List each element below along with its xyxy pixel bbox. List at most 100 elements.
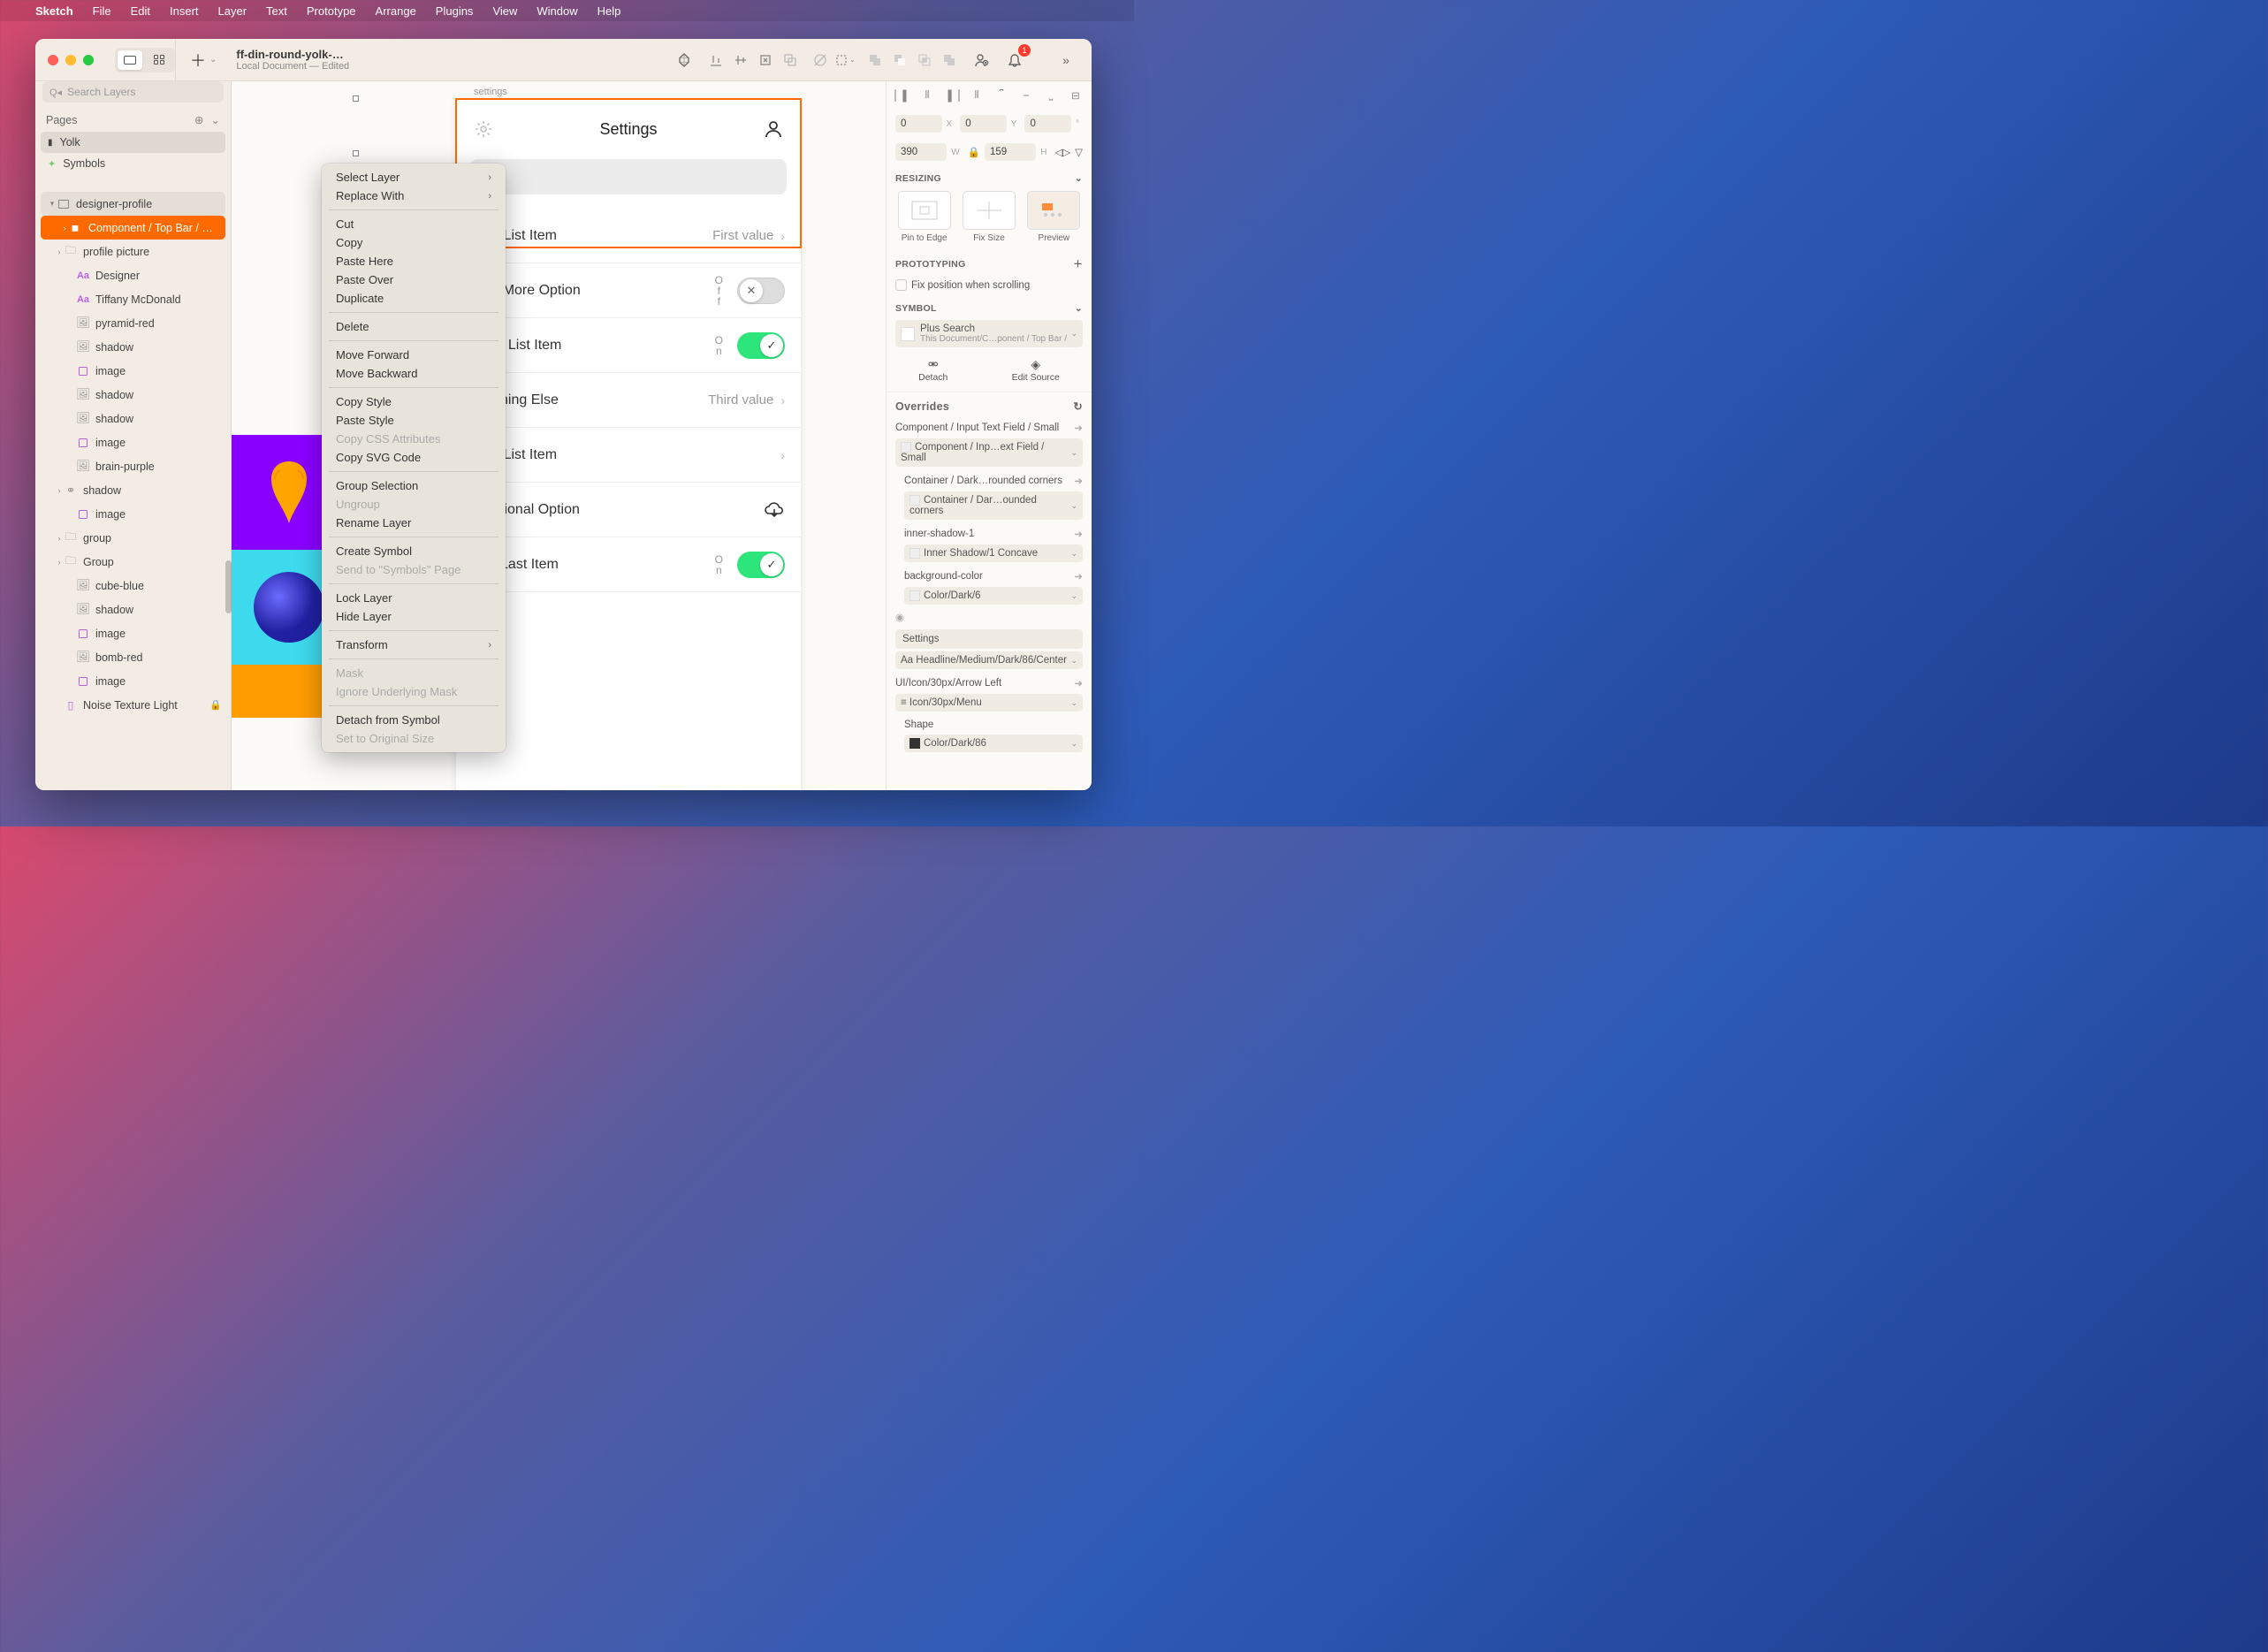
align-bottom-icon[interactable] [704,47,727,73]
pin-to-edge[interactable]: Pin to Edge [895,191,953,243]
difference-icon[interactable] [938,47,961,73]
context-menu-item[interactable]: Create Symbol [322,542,506,560]
insert-button[interactable]: ＋ ⌄ [190,49,217,72]
menubar-item[interactable]: View [492,4,517,18]
layer-row[interactable]: 🖼shadow [35,598,231,621]
icon-dropdown[interactable]: ≡ Icon/30px/Menu⌄ [895,694,1083,712]
page-item-symbols[interactable]: ✦Symbols [35,153,231,174]
context-menu-item[interactable]: Replace With› [322,187,506,205]
layer-row[interactable]: ›◆Component / Top Bar / St… [41,216,225,240]
list-item[interactable]: One More OptionOff✕ [456,263,801,318]
add-page-icon[interactable]: ⊕ [194,113,203,126]
headline-style-dropdown[interactable]: Aa Headline/Medium/Dark/86/Center⌄ [895,651,1083,669]
canvas[interactable]: settings Settings [232,81,886,790]
notifications-icon[interactable]: 1 [1001,47,1028,73]
h-field[interactable] [985,143,1036,161]
align-middle-icon[interactable] [729,47,752,73]
mask-icon[interactable] [809,47,832,73]
align-left-icon[interactable]: ▏▌ [895,88,909,103]
sel-handle[interactable] [353,150,359,156]
resize-preview[interactable]: Preview [1025,191,1083,243]
context-menu-item[interactable]: Copy [322,233,506,252]
context-menu-item[interactable]: Duplicate [322,289,506,308]
layer-row[interactable]: 🖼cube-blue [35,574,231,598]
list-item[interactable]: The Last ItemOn✓ [456,537,801,592]
flip-v-icon[interactable]: ▽ [1075,146,1083,158]
align-top-icon[interactable]: ⎴ [994,88,1008,103]
context-menu-item[interactable]: Group Selection [322,476,506,495]
lock-aspect-icon[interactable]: 🔒 [968,146,980,158]
sidebar-scrollbar[interactable] [225,560,232,613]
context-menu-item[interactable]: Delete [322,317,506,336]
list-item[interactable]: Third List ItemOn✓ [456,318,801,373]
menubar-item[interactable]: Edit [131,4,150,18]
group-icon[interactable] [779,47,802,73]
collapse-icon[interactable]: ⌄ [1075,173,1083,184]
layer-row[interactable]: image [35,502,231,526]
fixpos-checkbox[interactable] [895,279,907,291]
override-dropdown[interactable]: Container / Dar…ounded corners⌄ [904,491,1083,520]
detach-button[interactable]: ⚮Detach [918,357,948,383]
override-dropdown[interactable]: Inner Shadow/1 Concave⌄ [904,544,1083,562]
document-title[interactable]: ff-din-round-yolk-… Local Document — Edi… [236,48,349,72]
overflow-icon[interactable]: » [1053,47,1079,73]
layer-row[interactable]: 🖼shadow [35,383,231,407]
menubar-item[interactable]: Help [597,4,621,18]
flip-h-icon[interactable]: ◁▷ [1054,146,1070,158]
layer-row[interactable]: AaTiffany McDonald [35,287,231,311]
reset-overrides-icon[interactable]: ↻ [1073,400,1083,413]
add-proto-icon[interactable]: ＋ [1073,257,1083,270]
edit-source-button[interactable]: ◈Edit Source [1012,357,1060,383]
layer-row[interactable]: ›⚭shadow [35,478,231,502]
menubar-item[interactable]: Insert [170,4,199,18]
fix-size[interactable]: Fix Size [960,191,1017,243]
symbol-tool-icon[interactable] [671,47,697,73]
zoom-button[interactable] [83,55,94,65]
angle-field[interactable] [1024,115,1071,133]
layer-row[interactable]: ›🗀profile picture [35,240,231,263]
list-item[interactable]: First List ItemFirst value› [456,209,801,263]
minimize-button[interactable] [65,55,76,65]
components-view-button[interactable] [148,50,172,70]
layer-row[interactable]: 🖼brain-purple [35,454,231,478]
list-item[interactable]: Anything ElseThird value› [456,373,801,428]
dist-v-icon[interactable]: ⊟ [1069,88,1083,103]
layer-row[interactable]: 🖼bomb-red [35,645,231,669]
context-menu-item[interactable]: Copy SVG Code [322,448,506,467]
align-mid-icon[interactable]: ⎯ [1019,88,1033,103]
canvas-view-button[interactable] [118,50,142,70]
settings-search-field[interactable] [470,159,787,194]
dist-h-icon[interactable]: ⫴ [970,88,984,103]
context-menu-item[interactable]: Cut [322,215,506,233]
context-menu-item[interactable]: Move Backward [322,364,506,383]
close-button[interactable] [48,55,58,65]
menubar-item[interactable]: Plugins [436,4,474,18]
goto-icon[interactable]: ➜ [1074,677,1083,689]
y-field[interactable] [960,115,1007,133]
layer-row[interactable]: ▯Noise Texture Light🔒 [35,693,231,717]
context-menu-item[interactable]: Transform› [322,636,506,654]
union-icon[interactable] [864,47,887,73]
menubar-item[interactable]: Window [537,4,577,18]
layer-row[interactable]: ›🗀Group [35,550,231,574]
w-field[interactable] [895,143,947,161]
layer-row[interactable]: ▾designer-profile [41,192,225,216]
subtract-icon[interactable] [888,47,911,73]
symbol-selector[interactable]: Plus SearchThis Document/C…ponent / Top … [895,320,1083,347]
preview-icon[interactable]: ◉ [895,613,904,623]
context-menu-item[interactable]: Paste Style [322,411,506,430]
layer-row[interactable]: image [35,430,231,454]
layer-row[interactable]: image [35,359,231,383]
collapse-icon[interactable]: ⌄ [1075,303,1083,314]
context-menu-item[interactable]: Hide Layer [322,607,506,626]
layer-row[interactable]: AaDesigner [35,263,231,287]
menubar-app[interactable]: Sketch [35,4,73,18]
context-menu-item[interactable]: Move Forward [322,346,506,364]
layer-row[interactable]: 🖼shadow [35,407,231,430]
x-field[interactable] [895,115,942,133]
override-dropdown[interactable]: Color/Dark/6⌄ [904,587,1083,605]
layer-row[interactable]: image [35,621,231,645]
search-layers-input[interactable]: Q◂ Search Layers [42,81,224,103]
context-menu-item[interactable]: Paste Over [322,270,506,289]
list-item[interactable]: Additional Option [456,483,801,537]
